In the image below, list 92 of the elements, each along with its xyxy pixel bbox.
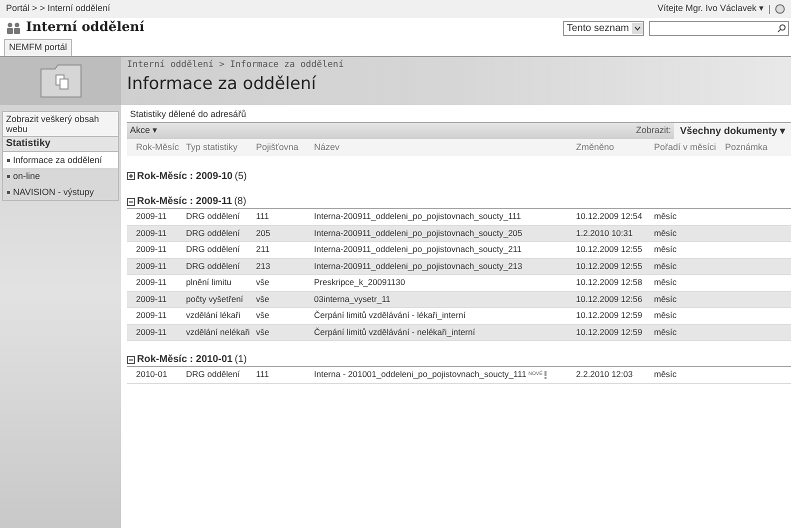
actions-menu[interactable]: Akce ▾ bbox=[130, 124, 158, 138]
page-breadcrumb[interactable]: Interní oddělení > Informace za oddělení bbox=[127, 59, 791, 72]
document-link[interactable]: Preskripce_k_20091130 bbox=[314, 276, 406, 290]
group-count: (8) bbox=[234, 195, 246, 209]
table-cell: 10.12.2009 12:58 bbox=[576, 276, 642, 290]
table-cell: 2009-11 bbox=[136, 309, 167, 322]
table-cell: 10.12.2009 12:56 bbox=[576, 292, 642, 306]
table-cell: 211 bbox=[256, 243, 270, 256]
table-cell: 2009-11 bbox=[136, 243, 167, 256]
table-cell: měsíc bbox=[654, 292, 677, 306]
table-cell: vzdělání nelékaři bbox=[186, 326, 250, 339]
document-link[interactable]: Interna - 201001_oddeleni_po_pojistovnach_soucty_111 bbox=[314, 368, 526, 382]
column-header[interactable]: Název bbox=[314, 140, 576, 154]
table-cell: 2009-11 bbox=[136, 326, 167, 339]
table-cell: měsíc bbox=[654, 368, 677, 382]
view-selector[interactable]: Všechny dokumenty ▾ bbox=[674, 123, 791, 139]
column-header[interactable]: Poznámka bbox=[725, 140, 791, 154]
table-cell: 2009-11 bbox=[136, 210, 167, 224]
table-cell: 2009-11 bbox=[136, 226, 167, 240]
column-header[interactable]: Typ statistiky bbox=[186, 140, 256, 154]
table-cell: měsíc bbox=[654, 226, 677, 240]
collapse-icon[interactable] bbox=[127, 198, 135, 206]
page-title: Informace za oddělení bbox=[127, 72, 318, 94]
expand-icon[interactable] bbox=[127, 172, 135, 180]
search-icon[interactable] bbox=[777, 24, 786, 32]
group-header[interactable]: Rok-Měsíc : 2009-10 (5) bbox=[127, 169, 791, 183]
table-cell: měsíc bbox=[654, 260, 677, 273]
table-cell: 2009-11 bbox=[136, 260, 167, 273]
nav-tab[interactable]: NEMFM portál bbox=[4, 39, 72, 56]
collapse-icon[interactable] bbox=[127, 356, 135, 364]
search-field[interactable] bbox=[649, 20, 789, 36]
table-cell: 10.12.2009 12:54 bbox=[576, 210, 642, 224]
table-cell: vše bbox=[256, 276, 270, 290]
table-cell: 10.12.2009 12:55 bbox=[576, 243, 642, 256]
table-cell: vzdělání lékaři bbox=[186, 309, 240, 322]
group-label: Rok-Měsíc : 2010-01 bbox=[137, 353, 233, 367]
group-label: Rok-Měsíc : 2009-11 bbox=[137, 195, 232, 209]
group-label: Rok-Měsíc : 2009-10 bbox=[137, 170, 233, 184]
column-header[interactable]: Rok-Měsíc bbox=[136, 140, 186, 154]
sidebar-item[interactable]: on-line bbox=[3, 168, 118, 184]
table-cell: měsíc bbox=[654, 309, 677, 322]
table-cell: vše bbox=[256, 326, 270, 339]
table-cell: 1.2.2010 10:31 bbox=[576, 226, 633, 240]
table-cell: 2010-01 bbox=[136, 368, 168, 382]
table-cell: DRG oddělení bbox=[186, 260, 240, 273]
table-cell: počty vyšetření bbox=[186, 292, 244, 306]
table-cell: 111 bbox=[256, 368, 269, 382]
site-title: Interní oddělení bbox=[26, 19, 144, 38]
table-cell: 10.12.2009 12:59 bbox=[576, 326, 642, 339]
search-scope-dropdown[interactable]: Tento seznam bbox=[562, 20, 644, 36]
exclamation-icon bbox=[544, 370, 547, 379]
table-cell: DRG oddělení bbox=[186, 243, 240, 256]
document-link[interactable]: 03interna_vysetr_11 bbox=[314, 292, 390, 306]
table-cell: měsíc bbox=[654, 243, 677, 256]
table-cell: 213 bbox=[256, 260, 270, 273]
table-cell: DRG oddělení bbox=[186, 368, 240, 382]
separator bbox=[769, 4, 770, 14]
sidebar-heading[interactable]: Statistiky bbox=[3, 137, 118, 152]
column-header[interactable]: Pojišťovna bbox=[256, 140, 314, 154]
table-cell: vše bbox=[256, 309, 270, 322]
table-cell: 111 bbox=[256, 210, 269, 224]
sidebar-item[interactable]: NAVISION - výstupy bbox=[3, 184, 118, 200]
document-link[interactable]: Interna-200911_oddeleni_po_pojistovnach_soucty_205 bbox=[314, 226, 522, 240]
sidebar-item[interactable]: Informace za oddělení bbox=[3, 152, 118, 168]
table-cell: 10.12.2009 12:59 bbox=[576, 309, 642, 322]
table-cell: měsíc bbox=[654, 276, 677, 290]
table-cell: 10.12.2009 12:55 bbox=[576, 260, 642, 273]
table-cell: 2009-11 bbox=[136, 292, 167, 306]
breadcrumb[interactable]: Portál > > Interní oddělení bbox=[6, 2, 110, 16]
table-cell: 205 bbox=[256, 226, 270, 240]
table-cell: měsíc bbox=[654, 210, 677, 224]
document-link[interactable]: Interna-200911_oddeleni_po_pojistovnach_soucty_213 bbox=[314, 260, 522, 273]
table-cell: DRG oddělení bbox=[186, 210, 240, 224]
help-icon[interactable] bbox=[775, 4, 785, 14]
table-cell: DRG oddělení bbox=[186, 226, 240, 240]
column-header[interactable]: Pořadí v měsíci bbox=[654, 140, 725, 154]
group-count: (1) bbox=[234, 353, 247, 367]
group-count: (5) bbox=[234, 170, 247, 184]
document-link[interactable]: Čerpání limitů vzdělávání - lékaři_interní bbox=[314, 309, 466, 322]
table-cell: měsíc bbox=[654, 326, 677, 339]
table-cell: vše bbox=[256, 292, 270, 306]
document-link[interactable]: Interna-200911_oddeleni_po_pojistovnach_soucty_211 bbox=[314, 243, 522, 256]
table-cell: 2009-11 bbox=[136, 276, 167, 290]
folder-icon bbox=[38, 63, 82, 99]
table-cell: 2.2.2010 12:03 bbox=[576, 368, 633, 382]
people-icon bbox=[6, 22, 22, 34]
welcome-menu[interactable]: Vítejte Mgr. Ivo Václavek ▾ bbox=[657, 2, 764, 16]
document-link[interactable]: Interna-200911_oddeleni_po_pojistovnach_soucty_111 bbox=[314, 210, 521, 224]
column-header[interactable]: Změněno bbox=[576, 140, 654, 154]
table-cell: plnění limitu bbox=[186, 276, 232, 290]
view-label: Zobrazit: bbox=[636, 124, 671, 138]
document-link[interactable]: Čerpání limitů vzdělávání - nelékaři_interní bbox=[314, 326, 476, 339]
